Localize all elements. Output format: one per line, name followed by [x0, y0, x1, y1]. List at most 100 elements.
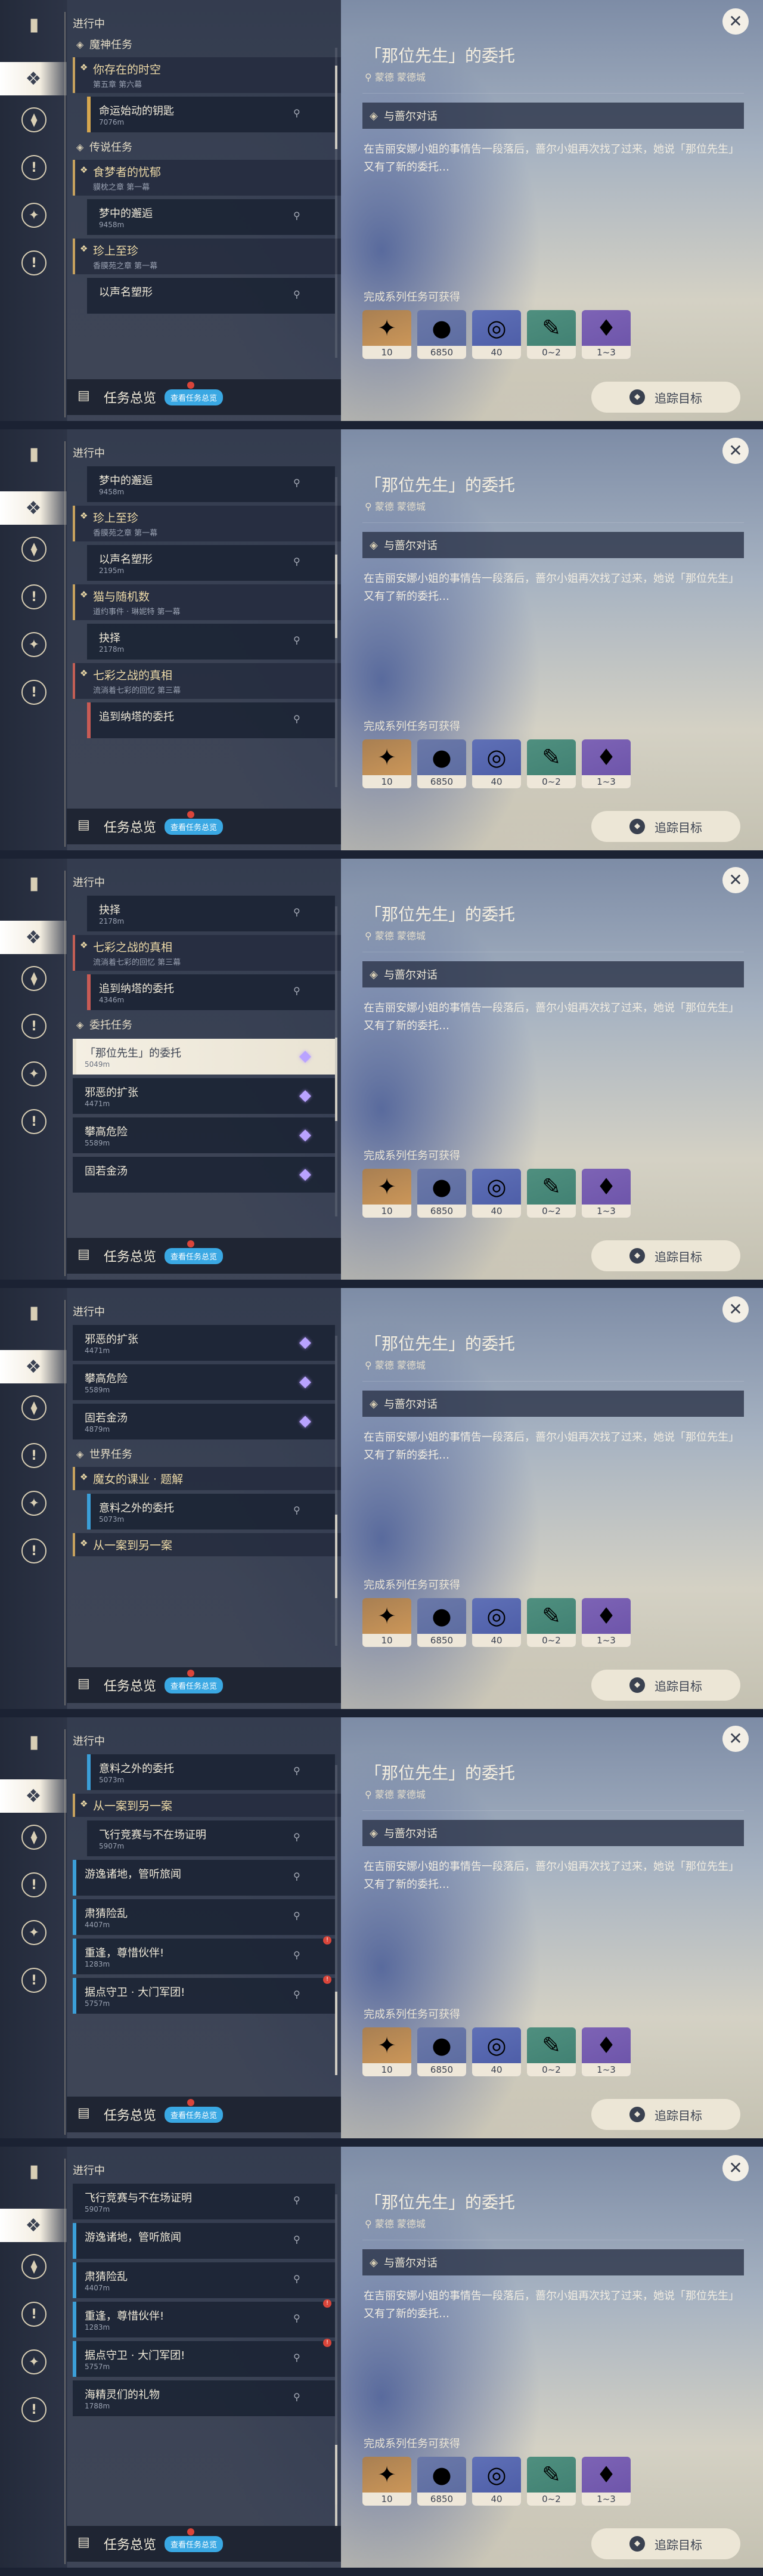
map-pin-icon[interactable]: ⚲: [293, 1831, 302, 1843]
quest-list-scrollbar[interactable]: [335, 906, 337, 1216]
close-button[interactable]: ✕: [722, 8, 749, 35]
rail-book-icon[interactable]: ▮: [20, 440, 48, 467]
quest-series[interactable]: ❖ 从一案到另一案: [73, 1794, 341, 1817]
quest-item[interactable]: 命运始动的钥匙 7076m ⚲: [87, 97, 335, 132]
track-objective-button[interactable]: ◆ 追踪目标: [591, 382, 740, 413]
quest-item[interactable]: 游逸诸地，管听旅闻 ⚲: [73, 1860, 335, 1896]
rail-book-icon[interactable]: ▮: [20, 1299, 48, 1326]
rail-book-icon[interactable]: ▮: [20, 1728, 48, 1755]
scroll-thumb[interactable]: [335, 555, 337, 638]
reward-item[interactable]: ✦ 10: [362, 1598, 411, 1647]
reward-item[interactable]: ♦ 1~3: [582, 310, 631, 359]
quest-item[interactable]: 据点守卫 · 大门军团! 5757m ⚲!: [73, 2339, 335, 2377]
quest-overview-label[interactable]: 任务总览: [104, 2534, 156, 2553]
rail-tab-archon-quests[interactable]: ⧫: [20, 535, 48, 563]
map-pin-icon[interactable]: ⚲: [293, 2234, 302, 2245]
map-pin-icon[interactable]: ⚲: [293, 2312, 302, 2324]
reward-item[interactable]: ● 6850: [417, 2027, 466, 2076]
quest-item[interactable]: 以声名塑形 2195m ⚲: [87, 545, 335, 581]
quest-series[interactable]: ❖ 你存在的时空 第五章 第六幕: [73, 57, 341, 93]
map-pin-icon[interactable]: ⚲: [293, 1989, 302, 2000]
rail-book-icon[interactable]: ▮: [20, 2157, 48, 2185]
quest-overview-label[interactable]: 任务总览: [104, 1676, 156, 1695]
quest-item[interactable]: 追到纳塔的委托 4346m ⚲: [87, 974, 335, 1010]
rail-tab-world-quests[interactable]: !: [20, 249, 48, 277]
quest-overview-label[interactable]: 任务总览: [104, 817, 156, 836]
quest-series[interactable]: ❖ 猫与随机数 道约事件 · 琳妮特 第一幕: [73, 584, 341, 620]
track-objective-button[interactable]: ◆ 追踪目标: [591, 811, 740, 842]
scroll-thumb[interactable]: [335, 66, 337, 149]
reward-item[interactable]: ● 6850: [417, 739, 466, 788]
quest-overview-label[interactable]: 任务总览: [104, 2105, 156, 2124]
track-objective-button[interactable]: ◆ 追踪目标: [591, 2528, 740, 2559]
rail-tab-archon-quests[interactable]: ⧫: [20, 2253, 48, 2280]
reward-item[interactable]: ● 6850: [417, 1169, 466, 1218]
quest-list[interactable]: 梦中的邂逅 9458m ⚲ ❖ 珍上至珍 香膜苑之章 第一幕 以声名塑形 2195m ⚲ ❖ 猫与随…: [73, 463, 341, 803]
quest-series[interactable]: ❖ 珍上至珍 香膜苑之章 第一幕: [73, 506, 341, 541]
scroll-thumb[interactable]: [335, 1038, 337, 1121]
quest-item[interactable]: 攀高危险 5589m ◆: [73, 1364, 335, 1400]
quest-item[interactable]: 固若金汤 4879m ◆: [73, 1404, 335, 1439]
view-overview-button[interactable]: 查看任务总览: [165, 389, 224, 405]
quest-item[interactable]: 固若金汤 ◆: [73, 1157, 335, 1193]
rail-book-icon[interactable]: ▮: [20, 869, 48, 897]
reward-item[interactable]: ✦ 10: [362, 2027, 411, 2076]
reward-item[interactable]: ◎ 40: [472, 2457, 521, 2506]
rail-tab-world-quests[interactable]: !: [20, 1967, 48, 1994]
track-objective-button[interactable]: ◆ 追踪目标: [591, 1240, 740, 1271]
map-pin-icon[interactable]: ⚲: [293, 1871, 302, 1882]
reward-item[interactable]: ✎ 0~2: [527, 2027, 576, 2076]
quest-item[interactable]: 重逢，尊惜伙伴! 1283m ⚲!: [73, 2299, 335, 2337]
rail-tab-commissions[interactable]: ✦: [20, 1919, 48, 1946]
reward-item[interactable]: ✦ 10: [362, 2457, 411, 2506]
quest-series[interactable]: ❖ 食梦者的忧郁 貘枕之章 第一幕: [73, 160, 341, 196]
track-objective-button[interactable]: ◆ 追踪目标: [591, 1670, 740, 1701]
track-objective-button[interactable]: ◆ 追踪目标: [591, 2099, 740, 2130]
rail-tab-all-quests[interactable]: ❖: [0, 921, 67, 954]
quest-item[interactable]: 据点守卫 · 大门军团! 5757m ⚲!: [73, 1976, 335, 2014]
quest-item[interactable]: 肃猜险乱 4407m ⚲: [73, 1899, 335, 1935]
quest-item[interactable]: 邪恶的扩张 4471m ◆: [73, 1078, 335, 1114]
reward-item[interactable]: ● 6850: [417, 2457, 466, 2506]
reward-item[interactable]: ◎ 40: [472, 310, 521, 359]
map-pin-icon[interactable]: ⚲: [293, 634, 302, 646]
rail-tab-world-quests[interactable]: !: [20, 1537, 48, 1565]
view-overview-button[interactable]: 查看任务总览: [165, 818, 224, 835]
rail-tab-archon-quests[interactable]: ⧫: [20, 106, 48, 134]
rail-tab-story-quests[interactable]: !: [20, 583, 48, 611]
map-pin-icon[interactable]: ⚲: [293, 906, 302, 918]
map-pin-icon[interactable]: ⚲: [293, 2194, 302, 2206]
rail-tab-story-quests[interactable]: !: [20, 154, 48, 181]
map-pin-icon[interactable]: ⚲: [293, 2391, 302, 2402]
reward-item[interactable]: ♦ 1~3: [582, 739, 631, 788]
quest-item[interactable]: 海精灵们的礼物 1788m ⚲: [73, 2380, 335, 2416]
rail-tab-archon-quests[interactable]: ⧫: [20, 965, 48, 992]
quest-list[interactable]: ◈ 魔神任务 ❖ 你存在的时空 第五章 第六幕 命运始动的钥匙 7076m ⚲ ◈ 传说任务 ❖ 食梦…: [73, 33, 341, 373]
map-pin-icon[interactable]: ⚲: [293, 985, 302, 996]
reward-item[interactable]: ✎ 0~2: [527, 1169, 576, 1218]
rail-tab-all-quests[interactable]: ❖: [0, 2209, 67, 2242]
reward-item[interactable]: ♦ 1~3: [582, 2027, 631, 2076]
view-overview-button[interactable]: 查看任务总览: [165, 1247, 224, 1264]
quest-overview-label[interactable]: 任务总览: [104, 1246, 156, 1265]
reward-item[interactable]: ✎ 0~2: [527, 1598, 576, 1647]
quest-list[interactable]: 邪恶的扩张 4471m ◆ 攀高危险 5589m ◆ 固若金汤 4879m ◆ ◈ 世界任务 ❖ 魔女的…: [73, 1321, 341, 1661]
map-pin-icon[interactable]: ⚲: [293, 2352, 302, 2363]
quest-list[interactable]: 飞行竞赛与不在场证明 5907m ⚲ 游逸诸地，管听旅闻 ⚲ 肃猜险乱 4407m ⚲ 重逢，尊…: [73, 2180, 341, 2520]
rail-tab-archon-quests[interactable]: ⧫: [20, 1394, 48, 1422]
rail-tab-commissions[interactable]: ✦: [20, 1060, 48, 1088]
rail-book-icon[interactable]: ▮: [20, 11, 48, 38]
reward-item[interactable]: ● 6850: [417, 1598, 466, 1647]
reward-item[interactable]: ♦ 1~3: [582, 1169, 631, 1218]
quest-item[interactable]: 梦中的邂逅 9458m ⚲: [87, 199, 335, 235]
rail-tab-commissions[interactable]: ✦: [20, 1490, 48, 1517]
quest-item[interactable]: 游逸诸地，管听旅闻 ⚲: [73, 2223, 335, 2259]
map-pin-icon[interactable]: ⚲: [293, 2273, 302, 2284]
quest-list-scrollbar[interactable]: [335, 1336, 337, 1646]
rail-tab-commissions[interactable]: ✦: [20, 202, 48, 229]
rail-tab-story-quests[interactable]: !: [20, 1442, 48, 1469]
rail-tab-world-quests[interactable]: !: [20, 679, 48, 706]
quest-series[interactable]: ❖ 七彩之战的真相 流淌着七彩的回忆 第三幕: [73, 663, 341, 699]
rail-tab-commissions[interactable]: ✦: [20, 2348, 48, 2376]
quest-item[interactable]: 追到纳塔的委托 ⚲: [87, 702, 335, 738]
